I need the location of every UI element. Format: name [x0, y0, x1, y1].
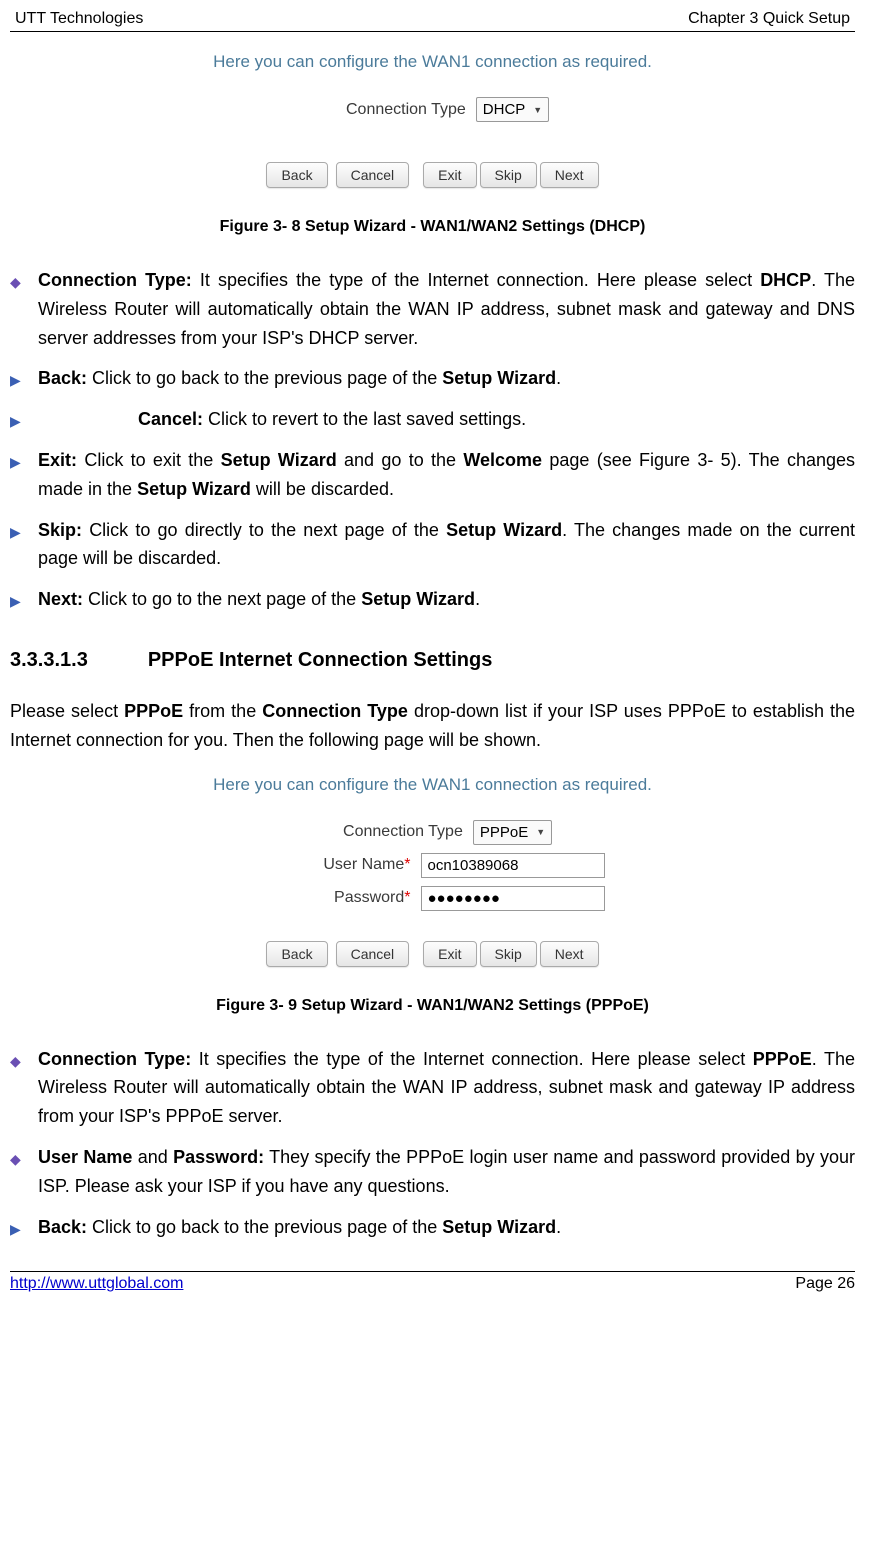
diamond-icon: ◆ — [10, 266, 38, 293]
arrow-icon: ▶ — [10, 1213, 38, 1240]
back-desc-2: ▶ Back: Click to go back to the previous… — [10, 1213, 855, 1242]
cancel-button[interactable]: Cancel — [336, 162, 410, 188]
exit-button[interactable]: Exit — [423, 162, 476, 188]
back-desc: ▶ Back: Click to go back to the previous… — [10, 364, 855, 393]
footer-link[interactable]: http://www.uttglobal.com — [10, 1275, 183, 1293]
diamond-icon: ◆ — [10, 1045, 38, 1072]
section-title: PPPoE Internet Connection Settings — [148, 649, 492, 672]
connection-type-select[interactable]: PPPoE — [473, 820, 552, 845]
skip-button[interactable]: Skip — [480, 941, 537, 967]
back-button[interactable]: Back — [266, 941, 327, 967]
figure-caption-2: Figure 3- 9 Setup Wizard - WAN1/WAN2 Set… — [10, 997, 855, 1015]
username-label: User Name* — [261, 856, 411, 874]
exit-desc: ▶ Exit: Click to exit the Setup Wizard a… — [10, 446, 855, 504]
next-button[interactable]: Next — [540, 162, 599, 188]
back-button[interactable]: Back — [266, 162, 327, 188]
page-footer: http://www.uttglobal.com Page 26 — [10, 1271, 855, 1293]
connection-type-label: Connection Type — [313, 823, 463, 841]
arrow-icon: ▶ — [10, 364, 38, 391]
pppoe-config-panel: Here you can configure the WAN1 connecti… — [10, 775, 855, 967]
section-heading: 3.3.3.1.3 PPPoE Internet Connection Sett… — [10, 649, 855, 672]
arrow-icon: ▶ — [10, 405, 38, 432]
dhcp-config-panel: Here you can configure the WAN1 connecti… — [10, 52, 855, 188]
cancel-button[interactable]: Cancel — [336, 941, 410, 967]
next-desc: ▶ Next: Click to go to the next page of … — [10, 585, 855, 614]
help-text: Here you can configure the WAN1 connecti… — [10, 52, 855, 72]
cancel-desc: ▶ Cancel: Click to revert to the last sa… — [10, 405, 855, 434]
connection-type-label: Connection Type — [316, 101, 466, 119]
connection-type-select[interactable]: DHCP — [476, 97, 549, 122]
header-right: Chapter 3 Quick Setup — [688, 10, 850, 28]
connection-type-desc: ◆ Connection Type: It specifies the type… — [10, 266, 855, 352]
password-label: Password* — [261, 889, 411, 907]
figure-caption-1: Figure 3- 8 Setup Wizard - WAN1/WAN2 Set… — [10, 218, 855, 236]
connection-type-desc-2: ◆ Connection Type: It specifies the type… — [10, 1045, 855, 1131]
pppoe-intro: Please select PPPoE from the Connection … — [10, 697, 855, 755]
skip-desc: ▶ Skip: Click to go directly to the next… — [10, 516, 855, 574]
page-number: Page 26 — [795, 1275, 855, 1293]
arrow-icon: ▶ — [10, 446, 38, 473]
arrow-icon: ▶ — [10, 516, 38, 543]
exit-button[interactable]: Exit — [423, 941, 476, 967]
username-password-desc: ◆ User Name and Password: They specify t… — [10, 1143, 855, 1201]
skip-button[interactable]: Skip — [480, 162, 537, 188]
section-number: 3.3.3.1.3 — [10, 649, 88, 672]
header-left: UTT Technologies — [15, 10, 143, 28]
help-text: Here you can configure the WAN1 connecti… — [10, 775, 855, 795]
password-input[interactable]: ●●●●●●●● — [421, 886, 605, 911]
next-button[interactable]: Next — [540, 941, 599, 967]
username-input[interactable]: ocn10389068 — [421, 853, 605, 878]
page-header: UTT Technologies Chapter 3 Quick Setup — [10, 10, 855, 32]
arrow-icon: ▶ — [10, 585, 38, 612]
diamond-icon: ◆ — [10, 1143, 38, 1170]
